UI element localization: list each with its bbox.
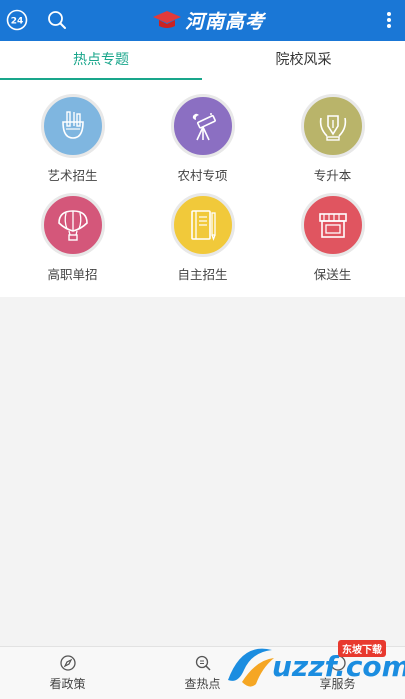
graduation-cap-icon [153,11,181,28]
more-menu-icon[interactable] [381,8,397,32]
topic-upgrade-degree[interactable]: 专升本 [265,94,400,184]
tab-hot-topics[interactable]: 热点专题 [0,41,202,80]
storefront-icon [318,213,347,238]
topic-icon-circle [170,193,235,257]
pen-laurel-icon [319,115,346,141]
nav-policy[interactable]: 看政策 [0,647,135,699]
topic-icon-circle [40,94,105,158]
topic-independent-admission[interactable]: 自主招生 [135,193,270,283]
topic-icon-circle [300,94,365,158]
topic-icon-circle [170,94,235,158]
compass-icon [59,655,76,671]
app-title: 河南高考 [185,10,266,33]
topic-art-admission[interactable]: 艺术招生 [5,94,140,184]
telescope-icon [192,113,216,141]
search-icon[interactable] [45,8,69,32]
search-doc-icon [195,655,211,671]
topic-recommended-student[interactable]: 保送生 [265,193,400,283]
topic-grid: 艺术招生 农村专项 专升本 高职单招 自主招生 保送生 [0,80,405,297]
topic-label: 自主招生 [177,267,228,282]
empty-content-area [0,297,405,646]
tab-college-showcase[interactable]: 院校风采 [202,41,405,80]
watermark-swoosh-icon [228,648,274,687]
svg-text:24: 24 [11,17,24,27]
topic-label: 艺术招生 [47,168,98,183]
watermark-logo: uzzf.com 东坡下载 [222,636,405,696]
top-app-bar: 24 河南高考 [0,0,405,41]
app-brand: 河南高考 [152,6,265,34]
topic-label: 农村专项 [177,168,228,183]
topic-label: 保送生 [313,267,352,282]
notebook-icon [190,210,216,241]
nav-label: 看政策 [49,677,86,691]
balloon-icon [57,210,88,241]
topic-vocational-admission[interactable]: 高职单招 [5,193,140,283]
24h-icon[interactable]: 24 [5,8,29,32]
tab-bar: 热点专题 院校风采 [0,41,405,80]
topic-icon-circle [300,193,365,257]
topic-icon-circle [40,193,105,257]
topic-rural-program[interactable]: 农村专项 [135,94,270,184]
watermark-badge: 东坡下载 [338,640,386,657]
topic-label: 专升本 [313,168,352,183]
topic-label: 高职单招 [47,267,98,282]
art-tools-icon [61,111,84,139]
